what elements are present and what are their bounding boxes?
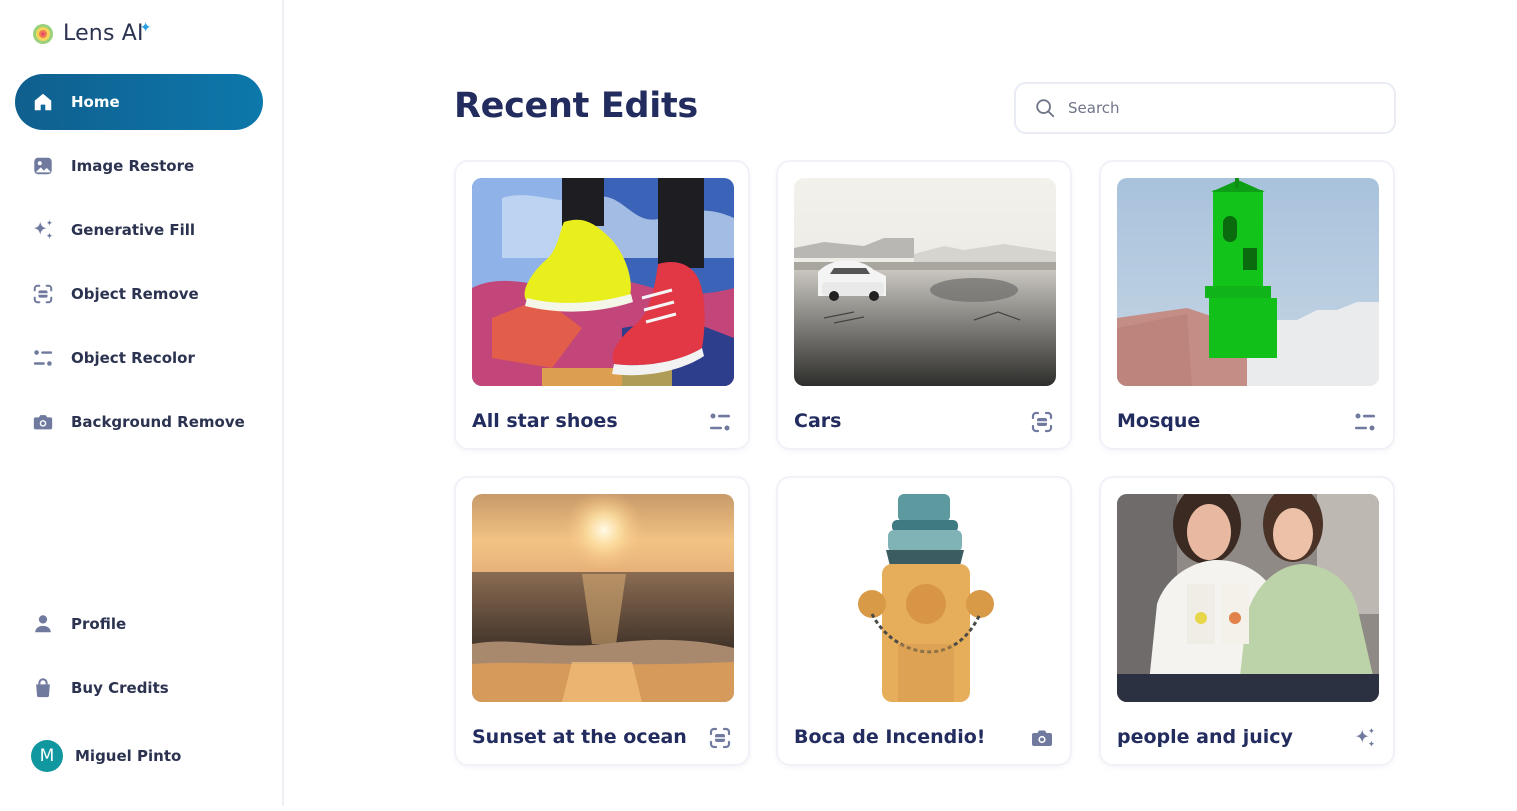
image-icon	[31, 154, 55, 178]
spark-icon: ✦	[139, 19, 152, 36]
scan-icon	[31, 282, 55, 306]
home-icon	[31, 90, 55, 114]
sliders-icon	[31, 346, 55, 370]
camera-icon	[31, 410, 55, 434]
sliders-icon	[1355, 413, 1375, 431]
sidebar-item-label: Image Restore	[71, 157, 195, 175]
card-thumbnail	[1117, 178, 1379, 386]
recent-edit-card[interactable]: All star shoes	[454, 160, 750, 450]
camera-icon	[1032, 730, 1052, 746]
card-title: Boca de Incendio!	[794, 726, 986, 748]
recent-edit-card[interactable]: people and juicy	[1099, 476, 1395, 766]
sidebar-item-profile[interactable]: Profile	[15, 596, 263, 652]
search-input[interactable]	[1068, 99, 1394, 117]
page-title: Recent Edits	[454, 86, 698, 126]
sidebar-item-generative-fill[interactable]: Generative Fill	[15, 202, 263, 258]
sidebar-item-image-restore[interactable]: Image Restore	[15, 138, 263, 194]
sidebar-item-label: Object Remove	[71, 285, 199, 303]
recent-edit-card[interactable]: Sunset at the ocean	[454, 476, 750, 766]
card-title: Mosque	[1117, 410, 1201, 432]
sparkles-icon	[31, 218, 55, 242]
recent-edit-card[interactable]: Mosque	[1099, 160, 1395, 450]
user-icon	[31, 612, 55, 636]
avatar: M	[31, 740, 63, 772]
sidebar-item-home[interactable]: Home	[15, 74, 263, 130]
sidebar: Lens AI ✦ Home Image Restore Generative …	[0, 0, 284, 806]
recent-edit-card[interactable]: Cars	[776, 160, 1072, 450]
lens-logo-icon	[33, 23, 53, 44]
sparkles-icon	[1355, 727, 1375, 747]
user-name: Miguel Pinto	[75, 747, 182, 765]
card-thumbnail	[794, 494, 1056, 702]
sidebar-item-object-remove[interactable]: Object Remove	[15, 266, 263, 322]
app-root: Lens AI ✦ Home Image Restore Generative …	[0, 0, 1517, 811]
card-thumbnail	[472, 494, 734, 702]
bag-icon	[31, 676, 55, 700]
sidebar-item-label: Background Remove	[71, 413, 245, 431]
scan-icon	[709, 727, 731, 749]
logo[interactable]: Lens AI ✦	[31, 19, 152, 46]
sidebar-item-object-recolor[interactable]: Object Recolor	[15, 330, 263, 386]
scan-icon	[1031, 411, 1053, 433]
search-box[interactable]	[1014, 82, 1396, 134]
card-title: All star shoes	[472, 410, 618, 432]
card-thumbnail	[472, 178, 734, 386]
sidebar-item-buy-credits[interactable]: Buy Credits	[15, 660, 263, 716]
sliders-icon	[710, 413, 730, 431]
card-title: people and juicy	[1117, 726, 1293, 748]
sidebar-item-label: Home	[71, 93, 120, 111]
card-thumbnail	[794, 178, 1056, 386]
recent-edit-card[interactable]: Boca de Incendio!	[776, 476, 1072, 766]
user-menu[interactable]: M Miguel Pinto	[31, 740, 181, 772]
sidebar-item-label: Buy Credits	[71, 679, 169, 697]
card-title: Sunset at the ocean	[472, 726, 687, 748]
card-title: Cars	[794, 410, 842, 432]
sidebar-item-label: Generative Fill	[71, 221, 196, 239]
search-icon	[1036, 99, 1055, 118]
sidebar-item-label: Profile	[71, 615, 127, 633]
app-name: Lens AI	[63, 21, 144, 46]
card-thumbnail	[1117, 494, 1379, 702]
sidebar-item-background-remove[interactable]: Background Remove	[15, 394, 263, 450]
sidebar-item-label: Object Recolor	[71, 349, 195, 367]
